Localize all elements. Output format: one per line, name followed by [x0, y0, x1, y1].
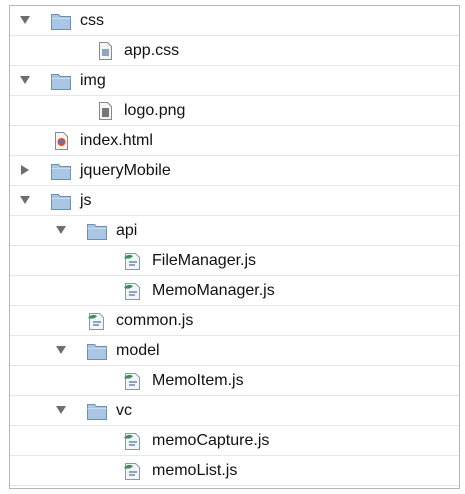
- tree-row-css[interactable]: css: [10, 6, 459, 36]
- folder-icon: [86, 340, 108, 362]
- tree-row-label: jqueryMobile: [80, 162, 171, 179]
- folder-icon: [50, 190, 72, 212]
- tree-row-label: MemoManager.js: [152, 282, 275, 299]
- tree-row-label: memoList.js: [152, 462, 238, 479]
- tree-row-logo-png[interactable]: logo.png: [10, 96, 459, 126]
- tree-row-label: memoCapture.js: [152, 432, 270, 449]
- file-tree: css app.css img logo.png index.html jque…: [9, 5, 460, 489]
- tree-row-memoitem-js[interactable]: MemoItem.js: [10, 366, 459, 396]
- folder-icon: [86, 220, 108, 242]
- tree-row-common-js[interactable]: common.js: [10, 306, 459, 336]
- tree-row-label: vc: [116, 402, 132, 419]
- disclosure-expanded-icon[interactable]: [54, 343, 68, 357]
- tree-row-filemanager-js[interactable]: FileManager.js: [10, 246, 459, 276]
- disclosure-collapsed-icon[interactable]: [18, 163, 32, 177]
- folder-icon: [50, 70, 72, 92]
- script-file-icon: [122, 250, 144, 272]
- tree-row-label: logo.png: [124, 102, 186, 119]
- script-file-icon: [122, 280, 144, 302]
- image-file-icon: [94, 100, 116, 122]
- tree-row-label: js: [80, 192, 92, 209]
- tree-row-memocapture-js[interactable]: memoCapture.js: [10, 426, 459, 456]
- script-file-icon: [86, 310, 108, 332]
- tree-row-memomanager-js[interactable]: MemoManager.js: [10, 276, 459, 306]
- script-file-icon: [122, 460, 144, 482]
- tree-row-label: common.js: [116, 312, 194, 329]
- disclosure-expanded-icon[interactable]: [54, 403, 68, 417]
- tree-row-img[interactable]: img: [10, 66, 459, 96]
- folder-icon: [50, 10, 72, 32]
- tree-row-index-html[interactable]: index.html: [10, 126, 459, 156]
- script-file-icon: [122, 430, 144, 452]
- tree-row-label: api: [116, 222, 138, 239]
- disclosure-expanded-icon[interactable]: [18, 73, 32, 87]
- css-file-icon: [94, 40, 116, 62]
- html-file-icon: [50, 130, 72, 152]
- tree-row-label: app.css: [124, 42, 180, 59]
- disclosure-expanded-icon[interactable]: [54, 223, 68, 237]
- tree-row-vc[interactable]: vc: [10, 396, 459, 426]
- disclosure-expanded-icon[interactable]: [18, 13, 32, 27]
- tree-row-jquerymobile[interactable]: jqueryMobile: [10, 156, 459, 186]
- tree-row-model[interactable]: model: [10, 336, 459, 366]
- script-file-icon: [122, 370, 144, 392]
- tree-row-label: img: [80, 72, 106, 89]
- tree-row-label: index.html: [80, 132, 153, 149]
- tree-row-label: FileManager.js: [152, 252, 257, 269]
- tree-row-js[interactable]: js: [10, 186, 459, 216]
- disclosure-expanded-icon[interactable]: [18, 193, 32, 207]
- tree-row-label: model: [116, 342, 160, 359]
- tree-row-label: MemoItem.js: [152, 372, 244, 389]
- tree-row-api[interactable]: api: [10, 216, 459, 246]
- tree-row-app-css[interactable]: app.css: [10, 36, 459, 66]
- folder-icon: [50, 160, 72, 182]
- tree-row-label: css: [80, 12, 104, 29]
- tree-row-memolist-js[interactable]: memoList.js: [10, 456, 459, 486]
- folder-icon: [86, 400, 108, 422]
